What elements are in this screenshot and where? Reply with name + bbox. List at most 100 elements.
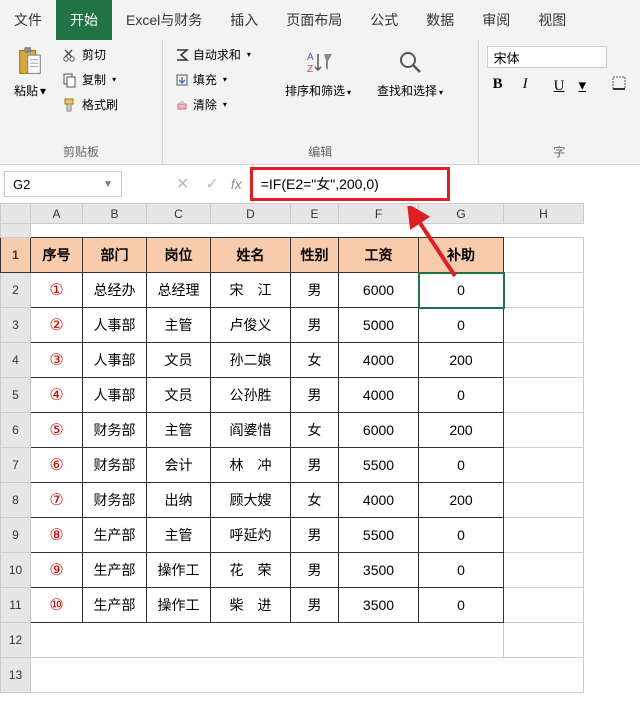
cell[interactable]: 200 [419, 413, 504, 448]
cell[interactable]: 0 [419, 553, 504, 588]
tab-文件[interactable]: 文件 [0, 0, 56, 40]
cell[interactable]: 呼延灼 [211, 518, 291, 553]
col-header[interactable]: H [504, 204, 584, 224]
cell[interactable]: 0 [419, 273, 504, 308]
cell[interactable]: 花 荣 [211, 553, 291, 588]
row-header[interactable]: 5 [1, 378, 31, 413]
row-header[interactable]: 8 [1, 483, 31, 518]
cell[interactable]: 卢俊义 [211, 308, 291, 343]
cell[interactable]: 人事部 [83, 378, 147, 413]
cell[interactable]: ① [31, 273, 83, 308]
cell[interactable]: 人事部 [83, 343, 147, 378]
cell[interactable]: 姓名 [211, 238, 291, 273]
cell[interactable]: 财务部 [83, 483, 147, 518]
cell[interactable]: 序号 [31, 238, 83, 273]
cell[interactable]: 柴 进 [211, 588, 291, 623]
cell[interactable]: 0 [419, 308, 504, 343]
cell[interactable]: 4000 [339, 483, 419, 518]
col-header[interactable]: A [31, 204, 83, 224]
cell[interactable]: 男 [291, 378, 339, 413]
cell[interactable]: 林 冲 [211, 448, 291, 483]
cell[interactable]: 男 [291, 553, 339, 588]
cell[interactable]: 3500 [339, 588, 419, 623]
cell[interactable]: 出纳 [147, 483, 211, 518]
paste-button[interactable]: 粘贴▾ [8, 44, 52, 101]
row-header[interactable]: 11 [1, 588, 31, 623]
tab-公式[interactable]: 公式 [356, 0, 412, 40]
cell[interactable]: 顾大嫂 [211, 483, 291, 518]
bold-button[interactable]: B [487, 74, 509, 97]
border-button[interactable] [606, 74, 632, 97]
cell[interactable]: 0 [419, 518, 504, 553]
col-header[interactable]: G [419, 204, 504, 224]
cell[interactable]: 性别 [291, 238, 339, 273]
cell[interactable]: 补助 [419, 238, 504, 273]
cell[interactable]: 0 [419, 588, 504, 623]
col-header[interactable]: C [147, 204, 211, 224]
col-header[interactable]: D [211, 204, 291, 224]
cell[interactable]: 财务部 [83, 413, 147, 448]
cell[interactable]: 200 [419, 483, 504, 518]
fx-icon[interactable]: fx [231, 176, 242, 192]
cell[interactable]: 4000 [339, 343, 419, 378]
cell[interactable]: ② [31, 308, 83, 343]
cell[interactable]: 生产部 [83, 518, 147, 553]
cell[interactable]: 会计 [147, 448, 211, 483]
cell[interactable]: 操作工 [147, 588, 211, 623]
copy-button[interactable]: 复制▾ [58, 69, 122, 90]
cell[interactable]: 主管 [147, 413, 211, 448]
cell[interactable]: 生产部 [83, 553, 147, 588]
cell[interactable]: 操作工 [147, 553, 211, 588]
cell[interactable]: 女 [291, 483, 339, 518]
cell[interactable]: 女 [291, 343, 339, 378]
find-select-button[interactable]: 查找和选择▾ [369, 44, 451, 103]
format-painter-button[interactable]: 格式刷 [58, 94, 122, 115]
cell[interactable]: 男 [291, 308, 339, 343]
cell[interactable]: 阎婆惜 [211, 413, 291, 448]
cell[interactable]: ⑦ [31, 483, 83, 518]
cell[interactable]: 3500 [339, 553, 419, 588]
row-header[interactable]: 9 [1, 518, 31, 553]
cell[interactable]: 人事部 [83, 308, 147, 343]
cell[interactable]: 宋 江 [211, 273, 291, 308]
formula-bar[interactable]: =IF(E2="女",200,0) [250, 167, 450, 201]
cell[interactable]: 男 [291, 448, 339, 483]
cell[interactable]: 男 [291, 273, 339, 308]
cell[interactable]: 文员 [147, 343, 211, 378]
row-header[interactable]: 4 [1, 343, 31, 378]
col-header[interactable]: E [291, 204, 339, 224]
cut-button[interactable]: 剪切 [58, 44, 122, 65]
italic-button[interactable]: I [517, 74, 534, 97]
tab-开始[interactable]: 开始 [56, 0, 112, 40]
cell[interactable]: 文员 [147, 378, 211, 413]
row-header[interactable]: 12 [1, 623, 31, 658]
row-header[interactable]: 3 [1, 308, 31, 343]
cell[interactable]: 5500 [339, 448, 419, 483]
cell[interactable]: 总经办 [83, 273, 147, 308]
spreadsheet-grid[interactable]: A B C D E F G H 1 序号 部门 岗位 姓名 性别 工资 补助 2… [0, 203, 584, 693]
cell[interactable]: 5500 [339, 518, 419, 553]
tab-审阅[interactable]: 审阅 [468, 0, 524, 40]
cell[interactable]: 0 [419, 448, 504, 483]
cell[interactable]: ③ [31, 343, 83, 378]
underline-button[interactable]: U▾ [542, 74, 598, 97]
cell[interactable]: 部门 [83, 238, 147, 273]
cell[interactable]: ⑧ [31, 518, 83, 553]
cell[interactable]: 200 [419, 343, 504, 378]
cell[interactable]: 0 [419, 378, 504, 413]
cell[interactable]: 孙二娘 [211, 343, 291, 378]
cell[interactable]: 男 [291, 588, 339, 623]
row-header[interactable]: 13 [1, 658, 31, 693]
cell[interactable]: ⑤ [31, 413, 83, 448]
tab-插入[interactable]: 插入 [216, 0, 272, 40]
cell[interactable]: 公孙胜 [211, 378, 291, 413]
cell[interactable]: 岗位 [147, 238, 211, 273]
cell[interactable]: 6000 [339, 413, 419, 448]
row-header[interactable]: 10 [1, 553, 31, 588]
cell[interactable]: 6000 [339, 273, 419, 308]
cell[interactable]: 男 [291, 518, 339, 553]
tab-Excel与财务[interactable]: Excel与财务 [112, 0, 216, 40]
accept-formula-icon[interactable]: ✓ [205, 174, 218, 194]
row-header[interactable]: 6 [1, 413, 31, 448]
name-box[interactable]: G2▼ [4, 171, 122, 197]
